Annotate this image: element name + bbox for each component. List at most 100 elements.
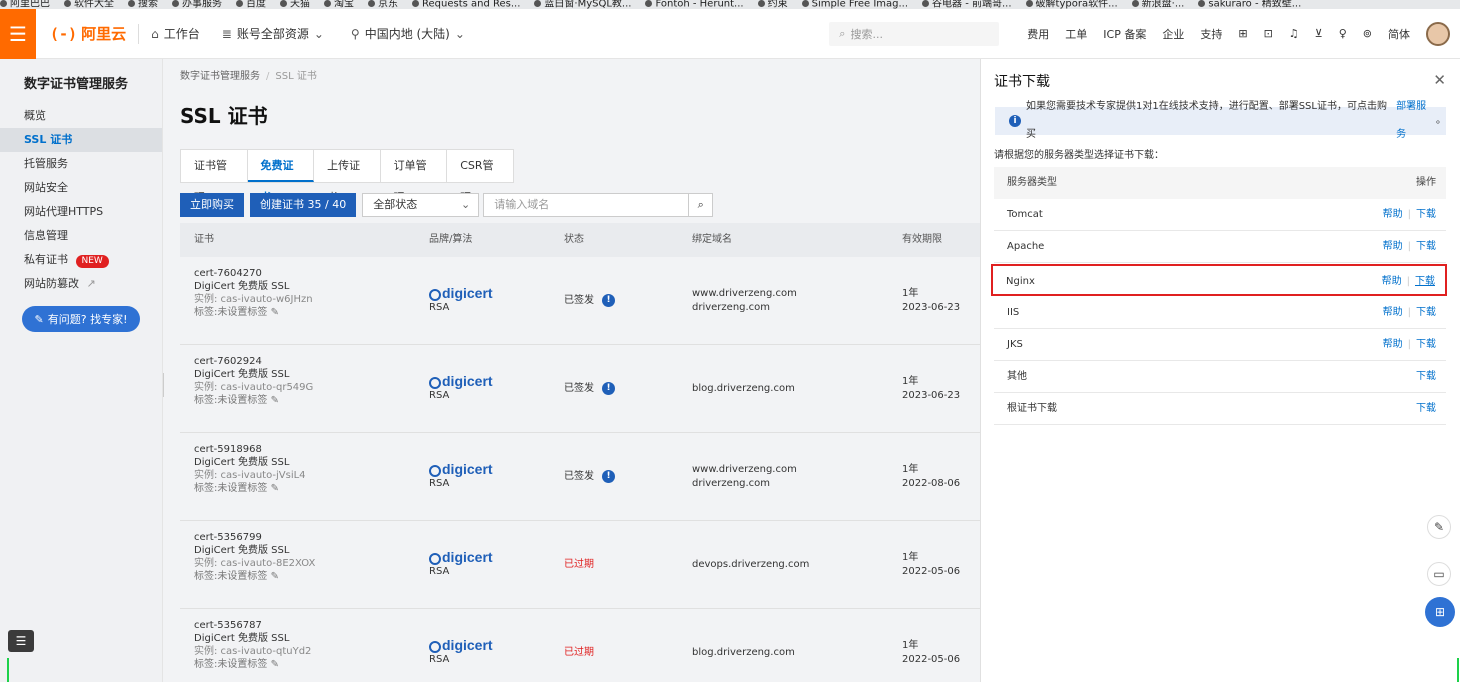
help-link[interactable]: 帮助: [1383, 307, 1403, 318]
sidebar-item-info-management[interactable]: 信息管理: [0, 224, 162, 248]
download-link[interactable]: 下载: [1416, 209, 1436, 220]
domain-search-input[interactable]: 请输入域名: [483, 193, 690, 217]
sidebar-item-site-security[interactable]: 网站安全: [0, 176, 162, 200]
edit-icon[interactable]: ✎: [1427, 515, 1451, 539]
workbench-link[interactable]: ⌂ 工作台: [151, 25, 200, 42]
bookmark-item[interactable]: sakuraro - 精致壁...: [1198, 0, 1301, 9]
ask-expert-button[interactable]: ✎ 有问题? 找专家!: [22, 306, 140, 332]
language-switch[interactable]: 简体: [1388, 26, 1410, 42]
window-edge: [7, 658, 9, 682]
cert-tag[interactable]: 标签:未设置标签 ✎: [194, 570, 415, 583]
download-link[interactable]: 下载: [1416, 371, 1436, 382]
digicert-logo: digicert: [429, 462, 550, 477]
icp-link[interactable]: ICP 备案: [1103, 26, 1146, 42]
breadcrumb-item[interactable]: 数字证书管理服务: [180, 71, 260, 82]
bookmark-item[interactable]: 软件大全: [64, 0, 114, 9]
cert-tag[interactable]: 标签:未设置标签 ✎: [194, 306, 415, 319]
sidebar-item-hosting[interactable]: 托管服务: [0, 152, 162, 176]
alert-icon[interactable]: !: [602, 382, 615, 395]
tab-upload-cert[interactable]: 上传证书: [314, 150, 381, 204]
aliyun-logo[interactable]: (-) 阿里云: [50, 23, 126, 44]
status-select[interactable]: 全部状态 ⌄: [362, 193, 480, 217]
terminal-icon[interactable]: ⊡: [1264, 27, 1273, 40]
edit-icon[interactable]: ✎: [271, 659, 279, 670]
lightbulb-icon[interactable]: ♀: [1339, 27, 1347, 40]
status-select-value: 全部状态: [373, 198, 418, 211]
support-link[interactable]: 支持: [1200, 26, 1222, 42]
edit-icon[interactable]: ✎: [271, 571, 279, 582]
avatar[interactable]: [1426, 21, 1450, 46]
deploy-service-link[interactable]: 部署服务: [1396, 93, 1436, 149]
edit-icon[interactable]: ✎: [271, 307, 279, 318]
domain-cell: blog.driverzeng.com: [678, 345, 888, 432]
brand-cell: digicert RSA: [415, 521, 550, 608]
alert-icon[interactable]: !: [602, 294, 615, 307]
region-dropdown[interactable]: ⚲ 中国内地 (大陆) ⌄: [351, 25, 470, 42]
bookmark-item[interactable]: 天猫: [280, 0, 310, 9]
tab-cert-management[interactable]: 证书管理: [181, 150, 248, 204]
bookmark-item[interactable]: 百度: [236, 0, 266, 9]
bookmark-item[interactable]: 蓝白窗·MySQL教...: [534, 0, 631, 9]
account-resources-dropdown[interactable]: ≣ 账号全部资源 ⌄: [222, 25, 329, 42]
sidebar-item-ssl[interactable]: SSL 证书: [0, 128, 162, 152]
bookmark-item[interactable]: 破解typora软件...: [1025, 0, 1118, 9]
cert-cell: cert-5356799 DigiCert 免费版 SSL 实例: cas-ivau…: [180, 521, 415, 608]
bookmark-item[interactable]: 搜索: [128, 0, 158, 9]
bookmark-favicon-icon: [0, 0, 7, 7]
apps-icon[interactable]: ⊞: [1425, 597, 1455, 627]
account-label: 账号全部资源: [236, 27, 309, 41]
sidebar-item-private-cert[interactable]: 私有证书 NEW: [0, 248, 162, 272]
bookmark-item[interactable]: Fontoh - Herunt...: [645, 0, 744, 9]
edit-icon[interactable]: ✎: [271, 395, 279, 406]
billing-link[interactable]: 费用: [1027, 26, 1049, 42]
cart-icon[interactable]: ⊻: [1315, 27, 1323, 40]
bookmark-item[interactable]: Requests and Res...: [412, 0, 520, 9]
download-link[interactable]: 下载: [1416, 241, 1436, 252]
bookmark-item[interactable]: 京东: [368, 0, 398, 9]
help-link[interactable]: 帮助: [1383, 209, 1403, 220]
help-link[interactable]: 帮助: [1383, 241, 1403, 252]
ask-expert-label: 有问题? 找专家!: [47, 313, 128, 326]
bookmark-item[interactable]: 淘宝: [324, 0, 354, 9]
download-link[interactable]: 下载: [1416, 403, 1436, 414]
bookmark-item[interactable]: Simple Free Imag...: [801, 0, 908, 9]
download-link[interactable]: 下载: [1416, 307, 1436, 318]
create-cert-button[interactable]: 创建证书 35 / 40: [250, 193, 357, 217]
alert-icon[interactable]: !: [602, 470, 615, 483]
tab-order-management[interactable]: 订单管理: [381, 150, 448, 204]
status-cell: 已签发!: [550, 433, 678, 520]
app-icon[interactable]: ⊞: [1238, 27, 1247, 40]
edit-icon[interactable]: ✎: [271, 483, 279, 494]
bookmark-item[interactable]: 约束: [757, 0, 788, 9]
help-icon[interactable]: ⊚: [1363, 27, 1372, 40]
bookmark-favicon-icon: [645, 0, 653, 7]
bell-icon[interactable]: ♫: [1289, 27, 1299, 40]
sidebar-item-tamper-protection[interactable]: 网站防篡改 ↗: [0, 272, 162, 296]
global-search-input[interactable]: ⌕ 搜索...: [829, 21, 1000, 46]
menu-icon[interactable]: ☰: [0, 8, 36, 59]
sidebar-item-https-proxy[interactable]: 网站代理HTTPS: [0, 200, 162, 224]
help-link[interactable]: 帮助: [1383, 339, 1403, 350]
download-link[interactable]: 下载: [1415, 276, 1435, 287]
cert-tag[interactable]: 标签:未设置标签 ✎: [194, 658, 415, 671]
sidebar-item-overview[interactable]: 概览: [0, 104, 162, 128]
ticket-link[interactable]: 工单: [1065, 26, 1087, 42]
sidebar-menu-icon[interactable]: ☰: [8, 630, 34, 652]
search-button[interactable]: ⌕: [689, 193, 714, 217]
cert-tag[interactable]: 标签:未设置标签 ✎: [194, 394, 415, 407]
buy-now-button[interactable]: 立即购买: [180, 193, 244, 217]
download-link[interactable]: 下载: [1416, 339, 1436, 350]
expiry-date: 2022-05-06: [902, 653, 961, 665]
bookmark-item[interactable]: 新浪盘·...: [1131, 0, 1184, 9]
bookmark-item[interactable]: 谷电器 - 前端哥...: [922, 0, 1012, 9]
bookmark-item[interactable]: 阿里巴巴: [0, 0, 50, 9]
enterprise-link[interactable]: 企业: [1162, 26, 1184, 42]
tab-csr-management[interactable]: CSR管理: [447, 150, 513, 204]
bookmark-item[interactable]: 办事服务: [172, 0, 222, 9]
tab-free-cert[interactable]: 免费证书: [247, 150, 315, 204]
feedback-icon[interactable]: ▭: [1427, 562, 1451, 586]
brand-name: digicert: [442, 373, 493, 390]
help-link[interactable]: 帮助: [1382, 276, 1402, 287]
cert-tag[interactable]: 标签:未设置标签 ✎: [194, 482, 415, 495]
cert-id: cert-5918968: [194, 444, 262, 455]
